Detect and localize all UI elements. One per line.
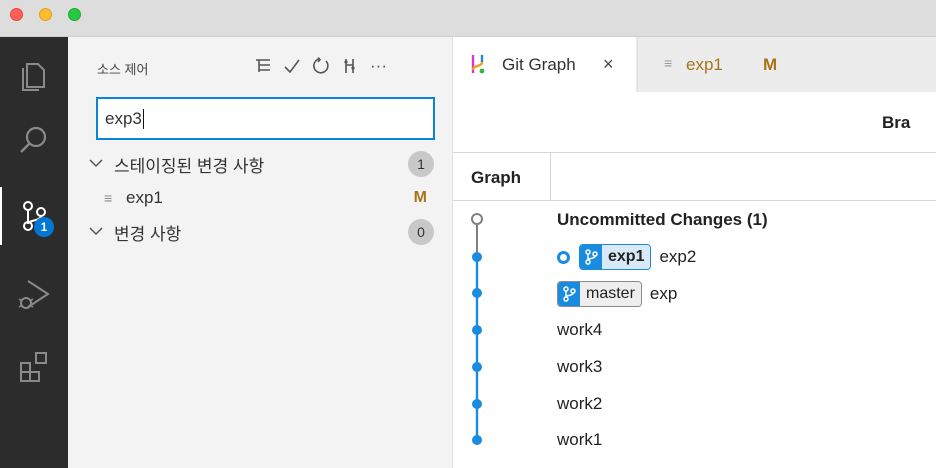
tab-exp1-label: exp1 bbox=[686, 54, 723, 74]
commit-node[interactable] bbox=[472, 399, 482, 409]
panel-actions: ··· bbox=[248, 53, 393, 79]
panel-title: 소스 제어 bbox=[97, 62, 149, 77]
refresh-button[interactable] bbox=[306, 53, 335, 79]
text-caret bbox=[142, 108, 144, 129]
git-graph-table-header: Graph bbox=[453, 153, 936, 201]
commit-message: work4 bbox=[557, 320, 603, 339]
branch-icon bbox=[580, 245, 602, 269]
text-file-icon: ≡ bbox=[664, 55, 673, 71]
commit-message: exp bbox=[649, 284, 678, 303]
search-icon bbox=[20, 126, 47, 153]
close-icon[interactable]: × bbox=[603, 54, 614, 75]
graph-column-header: Graph bbox=[471, 168, 522, 187]
activity-search[interactable] bbox=[0, 111, 68, 169]
head-indicator bbox=[557, 250, 570, 264]
tab-bar-empty-space bbox=[818, 37, 936, 92]
git-graph-icon bbox=[343, 59, 355, 73]
commit-row-uncommitted[interactable]: Uncommitted Changes (1) bbox=[557, 205, 768, 235]
activity-explorer[interactable] bbox=[0, 45, 68, 103]
git-graph-button[interactable] bbox=[335, 53, 364, 79]
activity-bar: 1 bbox=[0, 37, 68, 468]
tab-git-graph[interactable]: Git Graph × bbox=[453, 37, 636, 92]
commit-row[interactable]: master exp bbox=[557, 279, 677, 309]
ellipsis-icon: ··· bbox=[370, 56, 387, 75]
view-as-tree-button[interactable] bbox=[248, 53, 277, 79]
git-graph-controls: Bra bbox=[453, 92, 936, 153]
branch-ref-label: master bbox=[580, 282, 641, 306]
commit-message: work1 bbox=[557, 430, 603, 449]
activity-run-debug[interactable] bbox=[0, 265, 68, 323]
text-file-icon: ≡ bbox=[104, 190, 113, 206]
staged-file-item[interactable]: ≡ exp1 M bbox=[68, 181, 452, 215]
files-icon bbox=[22, 63, 45, 91]
branch-ref-master[interactable]: master bbox=[557, 281, 642, 307]
tab-bar: Git Graph × ≡ exp1 M bbox=[453, 37, 936, 92]
source-control-badge: 1 bbox=[34, 217, 54, 237]
column-divider[interactable] bbox=[550, 153, 551, 201]
more-actions-button[interactable]: ··· bbox=[364, 53, 393, 79]
staged-changes-group[interactable]: 스테이징된 변경 사항 1 bbox=[68, 147, 452, 181]
tab-exp1[interactable]: ≡ exp1 M bbox=[637, 37, 817, 92]
editor-area: Git Graph × ≡ exp1 M Bra Graph Uncommitt… bbox=[453, 37, 936, 468]
commit-row[interactable]: work4 bbox=[557, 315, 602, 345]
changes-group[interactable]: 변경 사항 0 bbox=[68, 215, 452, 249]
staged-changes-label: 스테이징된 변경 사항 bbox=[114, 156, 265, 176]
check-icon bbox=[283, 59, 300, 74]
commit-row[interactable]: exp1 exp2 bbox=[557, 242, 696, 272]
commit-message-input[interactable]: exp3 bbox=[96, 97, 435, 140]
commit-graph bbox=[471, 213, 483, 445]
staged-count-badge: 1 bbox=[408, 151, 434, 177]
title-bar bbox=[0, 0, 936, 37]
refresh-icon bbox=[312, 57, 329, 74]
git-graph-table: Uncommitted Changes (1) exp1 exp2 master… bbox=[453, 201, 936, 468]
git-graph-tab-icon bbox=[471, 55, 485, 74]
commit-node[interactable] bbox=[472, 325, 482, 335]
branch-ref-label: exp1 bbox=[602, 245, 651, 269]
chevron-down-icon bbox=[89, 227, 103, 236]
commit-message: Uncommitted Changes (1) bbox=[557, 210, 768, 229]
commit-message: work2 bbox=[557, 394, 603, 413]
staged-file-name: exp1 bbox=[126, 188, 163, 207]
commit-button[interactable] bbox=[277, 53, 306, 79]
commit-row[interactable]: work1 bbox=[557, 425, 602, 455]
tab-modified-badge: M bbox=[763, 54, 778, 74]
extensions-icon bbox=[20, 352, 47, 382]
commit-node[interactable] bbox=[472, 362, 482, 372]
uncommitted-node[interactable] bbox=[471, 213, 483, 225]
minimize-window-button[interactable] bbox=[39, 8, 52, 21]
activity-source-control[interactable]: 1 bbox=[0, 187, 68, 245]
commit-message: work3 bbox=[557, 357, 603, 376]
run-debug-icon bbox=[18, 280, 50, 309]
changes-label: 변경 사항 bbox=[114, 224, 182, 244]
chevron-down-icon bbox=[89, 159, 103, 168]
commit-node[interactable] bbox=[472, 252, 482, 262]
commit-row[interactable]: work3 bbox=[557, 352, 602, 382]
file-status-badge: M bbox=[413, 189, 427, 206]
list-tree-icon bbox=[255, 59, 270, 72]
zoom-window-button[interactable] bbox=[68, 8, 81, 21]
branches-label: Bra bbox=[882, 113, 911, 132]
commit-node[interactable] bbox=[472, 435, 482, 445]
commit-row[interactable]: work2 bbox=[557, 389, 602, 419]
commit-node[interactable] bbox=[472, 288, 482, 298]
changes-count-badge: 0 bbox=[408, 219, 434, 245]
activity-extensions[interactable] bbox=[0, 337, 68, 395]
source-control-panel: 소스 제어 ··· exp3 스테이징된 변경 사항 1 ≡ exp1 M 변경… bbox=[68, 37, 453, 468]
branch-icon bbox=[558, 282, 580, 306]
commit-message: exp2 bbox=[659, 247, 697, 266]
commit-message-text: exp3 bbox=[105, 108, 142, 128]
tab-git-graph-label: Git Graph bbox=[502, 54, 576, 74]
branch-ref-exp1[interactable]: exp1 bbox=[579, 244, 652, 270]
close-window-button[interactable] bbox=[10, 8, 23, 21]
